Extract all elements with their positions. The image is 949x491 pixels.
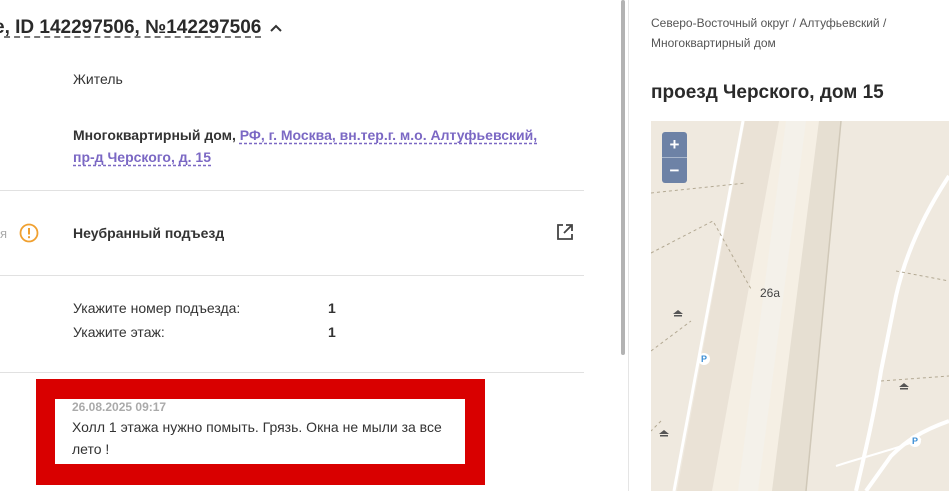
divider	[0, 275, 584, 276]
request-title[interactable]: е, ID 142297506, №142297506	[0, 17, 261, 39]
zoom-in-button[interactable]: +	[662, 132, 687, 157]
field-value-floor: 1	[328, 324, 336, 340]
map[interactable]: + − 26а P P	[651, 121, 949, 491]
divider	[0, 372, 584, 373]
field-label-floor: Укажите этаж:	[73, 324, 165, 340]
field-label-entrance: Укажите номер подъезда:	[73, 300, 241, 316]
category-label: я	[0, 226, 8, 241]
divider	[0, 190, 584, 191]
location-title: проезд Черского, дом 15	[651, 82, 884, 103]
map-tiles	[651, 121, 949, 491]
issue-title: Неубранный подъезд	[73, 225, 225, 241]
parking-icon: P	[909, 435, 921, 447]
field-value-entrance: 1	[328, 300, 336, 316]
object-type: Многоквартирный дом,	[73, 127, 236, 143]
map-zoom-control: + −	[662, 132, 687, 183]
parking-icon: P	[698, 353, 710, 365]
object-address: Многоквартирный дом, РФ, г. Москва, вн.т…	[73, 124, 553, 168]
breadcrumb: Северо-Восточный округ / Алтуфьевский / …	[651, 16, 887, 50]
zoom-out-button[interactable]: −	[662, 158, 687, 183]
scrollbar[interactable]	[621, 0, 625, 355]
comment-date: 26.08.2025 09:17	[72, 400, 167, 414]
building-label: 26а	[760, 286, 781, 300]
requester-role: Житель	[73, 71, 123, 87]
comment-block: 26.08.2025 09:17 Холл 1 этажа нужно помы…	[55, 399, 465, 464]
chevron-up-icon[interactable]	[269, 21, 283, 35]
warning-icon	[19, 223, 39, 243]
external-link-icon[interactable]	[555, 222, 575, 242]
request-header[interactable]: е, ID 142297506, №142297506	[0, 17, 283, 39]
comment-text: Холл 1 этажа нужно помыть. Грязь. Окна н…	[72, 419, 442, 457]
request-details-panel: е, ID 142297506, №142297506 Житель Много…	[0, 0, 620, 491]
location-panel: Северо-Восточный округ / Алтуфьевский / …	[629, 0, 949, 491]
